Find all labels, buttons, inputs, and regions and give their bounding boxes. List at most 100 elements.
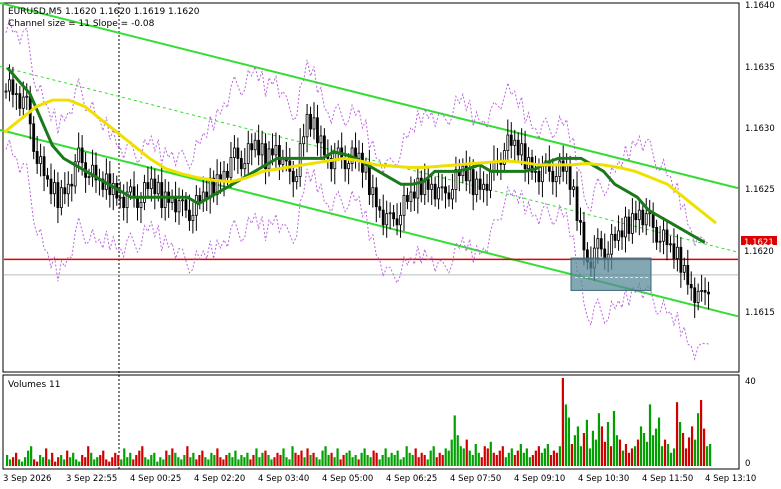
- volume-bar: [135, 455, 138, 466]
- candle-body: [565, 165, 569, 172]
- candle-body: [226, 170, 229, 178]
- candle-body: [644, 213, 648, 226]
- volume-bar: [330, 452, 333, 466]
- candle-body: [392, 212, 396, 220]
- volume-bar: [582, 433, 586, 466]
- volume-bar: [684, 448, 688, 466]
- candle-body: [243, 163, 247, 170]
- volume-bar: [390, 452, 393, 466]
- candle-body: [385, 213, 389, 226]
- volume-bar: [552, 450, 555, 466]
- volume-bar: [81, 455, 84, 466]
- volume-bar: [162, 459, 165, 466]
- volume-layer: [6, 378, 712, 466]
- volume-bar: [675, 402, 679, 466]
- volume-bar: [45, 448, 48, 466]
- volume-bar: [372, 450, 375, 466]
- candle-body: [437, 187, 440, 200]
- volume-bar: [609, 446, 613, 466]
- volume-bar: [414, 448, 417, 466]
- volume-bar: [519, 444, 522, 466]
- volume-bar: [54, 461, 57, 466]
- candle-body: [309, 113, 312, 130]
- volume-bar: [198, 455, 201, 466]
- volume-bar: [102, 450, 105, 466]
- candle-body: [295, 176, 299, 183]
- volume-bar: [594, 439, 598, 466]
- candle-body: [682, 264, 686, 273]
- volume-bar: [606, 422, 610, 466]
- price-tick: 1.1640: [745, 1, 775, 11]
- volume-bar: [402, 457, 405, 466]
- volume-bar: [420, 452, 423, 466]
- candle-body: [412, 191, 416, 199]
- volume-bar: [225, 455, 228, 466]
- price-tick: 1.1635: [745, 63, 775, 73]
- candle-body: [426, 178, 430, 190]
- volume-bar: [192, 452, 195, 466]
- volume-bar: [177, 457, 180, 466]
- volume-bar: [393, 455, 396, 466]
- volume-bar: [216, 448, 219, 466]
- candle-body: [631, 213, 634, 234]
- volume-bar: [525, 448, 528, 466]
- candle-body: [700, 290, 704, 292]
- volume-bar: [678, 422, 682, 466]
- volume-bar: [120, 459, 123, 466]
- candle-body: [129, 186, 132, 193]
- candle-body: [25, 95, 29, 98]
- volume-bar: [702, 428, 706, 466]
- volume-bar: [354, 455, 357, 466]
- candle-body: [395, 218, 399, 226]
- volume-bar: [276, 452, 279, 466]
- volume-bar: [651, 435, 655, 466]
- candle-body: [579, 220, 582, 223]
- volume-bar: [663, 439, 667, 466]
- volume-bar: [39, 455, 42, 466]
- volume-bar: [645, 441, 649, 466]
- volume-bar: [213, 455, 216, 466]
- volume-bar: [147, 459, 150, 466]
- volume-bar: [21, 461, 24, 466]
- candle-body: [298, 143, 302, 177]
- candle-body: [506, 134, 510, 151]
- candle-body: [8, 79, 11, 92]
- volume-bar: [636, 439, 640, 466]
- price-tick: 1.1630: [745, 124, 775, 134]
- time-axis: 3 Sep 2026 3 Sep 22:55 4 Sep 00:25 4 Sep…: [3, 474, 756, 484]
- candle-body: [53, 182, 56, 195]
- volume-bar: [657, 417, 661, 466]
- volume-panel-label: Volumes 11: [8, 380, 60, 390]
- volume-bar: [396, 450, 399, 466]
- volume-bar: [450, 439, 453, 466]
- time-tick: 4 Sep 02:20: [194, 474, 245, 484]
- candle-body: [118, 196, 122, 199]
- candle-body: [233, 147, 236, 158]
- volume-bar: [252, 455, 255, 466]
- volume-bar: [219, 457, 222, 466]
- candle-body: [39, 156, 43, 164]
- volume-bar: [207, 459, 210, 466]
- candle-body: [551, 170, 555, 183]
- volume-bar: [384, 448, 387, 466]
- volume-bar: [204, 457, 207, 466]
- candle-body: [32, 123, 36, 152]
- volume-bar: [426, 459, 429, 466]
- volume-bar: [267, 455, 270, 466]
- volume-bar: [408, 452, 411, 466]
- time-tick: 3 Sep 2026: [3, 474, 51, 484]
- volume-bar: [258, 457, 261, 466]
- volume-bar: [333, 457, 336, 466]
- volume-bar: [243, 457, 246, 466]
- candle-body: [485, 183, 489, 191]
- candle-body: [4, 90, 8, 93]
- candle-body: [572, 186, 575, 190]
- candle-body: [381, 209, 385, 226]
- volume-bar: [150, 455, 153, 466]
- volume-bar: [156, 461, 159, 466]
- volume-bar: [474, 444, 477, 466]
- volume-bar: [285, 457, 288, 466]
- candle-body: [56, 182, 60, 208]
- volume-bar: [477, 452, 480, 466]
- candle-body: [658, 240, 662, 243]
